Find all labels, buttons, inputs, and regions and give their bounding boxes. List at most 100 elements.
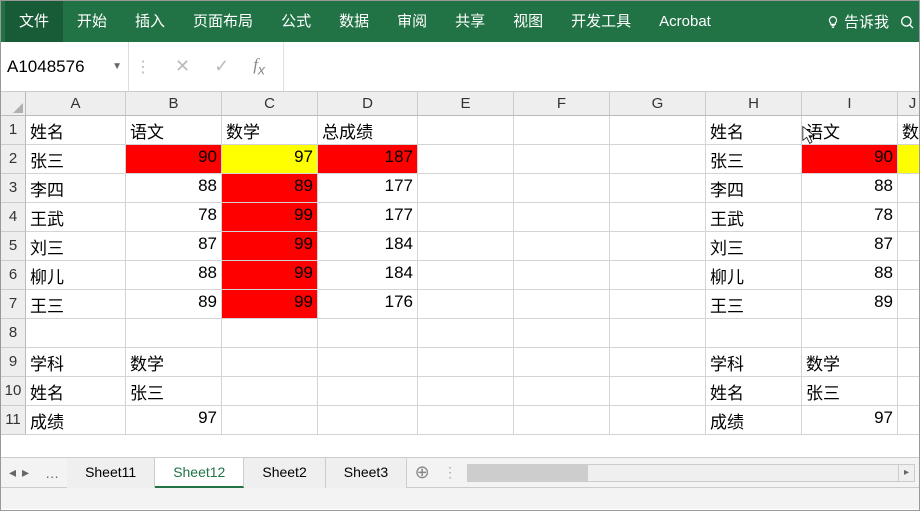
cell[interactable] <box>514 174 610 203</box>
cell[interactable]: 柳儿 <box>26 261 126 290</box>
cells-area[interactable]: 姓名语文数学总成绩姓名语文数张三9097187张三90李四8889177李四88… <box>26 116 919 435</box>
cell[interactable] <box>610 203 706 232</box>
sheet-tab[interactable]: Sheet12 <box>155 458 244 488</box>
cell[interactable] <box>222 406 318 435</box>
cell[interactable] <box>222 348 318 377</box>
cell[interactable] <box>514 377 610 406</box>
cell[interactable] <box>610 290 706 319</box>
cell[interactable]: 89 <box>802 290 898 319</box>
column-header[interactable]: C <box>222 92 318 116</box>
cell[interactable] <box>514 116 610 145</box>
column-header[interactable]: D <box>318 92 418 116</box>
cell[interactable]: 王三 <box>706 290 802 319</box>
cell[interactable]: 王武 <box>706 203 802 232</box>
ribbon-tab[interactable]: 页面布局 <box>179 1 267 42</box>
name-box-dropdown-icon[interactable]: ▼ <box>112 61 122 72</box>
cell[interactable] <box>898 348 919 377</box>
cell[interactable]: 张三 <box>802 377 898 406</box>
cell[interactable]: 张三 <box>706 145 802 174</box>
cell[interactable] <box>418 319 514 348</box>
cell[interactable] <box>898 261 919 290</box>
cell[interactable] <box>514 145 610 174</box>
formula-input[interactable] <box>283 42 919 91</box>
row-header[interactable]: 9 <box>1 348 26 377</box>
column-header[interactable]: A <box>26 92 126 116</box>
cell[interactable] <box>610 319 706 348</box>
cell[interactable]: 李四 <box>706 174 802 203</box>
cell[interactable] <box>418 261 514 290</box>
row-header[interactable]: 8 <box>1 319 26 348</box>
cell[interactable]: 数 <box>898 116 919 145</box>
sheet-tab[interactable]: Sheet3 <box>326 458 407 488</box>
cell[interactable] <box>418 145 514 174</box>
column-header[interactable]: H <box>706 92 802 116</box>
row-header[interactable]: 11 <box>1 406 26 435</box>
cell[interactable]: 数学 <box>222 116 318 145</box>
column-header[interactable]: E <box>418 92 514 116</box>
cell[interactable]: 177 <box>318 203 418 232</box>
cell[interactable] <box>898 377 919 406</box>
new-sheet-button[interactable]: ⊕ <box>407 462 437 483</box>
cell[interactable] <box>418 377 514 406</box>
nav-next-icon[interactable]: ▸ <box>22 464 29 481</box>
cell[interactable] <box>418 232 514 261</box>
sheet-tab[interactable]: Sheet2 <box>244 458 325 488</box>
cancel-icon[interactable]: ✕ <box>175 56 190 77</box>
column-header[interactable]: J <box>898 92 919 116</box>
cell[interactable]: 数学 <box>126 348 222 377</box>
ribbon-tab[interactable]: 数据 <box>325 1 383 42</box>
cell[interactable]: 学科 <box>706 348 802 377</box>
cell[interactable] <box>26 319 126 348</box>
cell[interactable]: 89 <box>126 290 222 319</box>
ribbon-tab[interactable]: 开始 <box>63 1 121 42</box>
cell[interactable]: 王武 <box>26 203 126 232</box>
cell[interactable] <box>898 406 919 435</box>
cell[interactable]: 177 <box>318 174 418 203</box>
scrollbar-thumb[interactable] <box>468 465 588 481</box>
cell[interactable]: 88 <box>802 174 898 203</box>
sheet-nav[interactable]: ◂▸ <box>1 464 37 481</box>
select-all-corner[interactable] <box>1 92 26 116</box>
cell[interactable] <box>514 290 610 319</box>
cell[interactable]: 张三 <box>26 145 126 174</box>
cell[interactable] <box>898 145 919 174</box>
cell[interactable]: 90 <box>802 145 898 174</box>
cell[interactable]: 99 <box>222 261 318 290</box>
cell[interactable] <box>514 406 610 435</box>
cell[interactable]: 数学 <box>802 348 898 377</box>
search-icon[interactable] <box>899 14 915 30</box>
cell[interactable] <box>222 377 318 406</box>
cell[interactable] <box>222 319 318 348</box>
cell[interactable]: 97 <box>802 406 898 435</box>
cell[interactable] <box>610 261 706 290</box>
row-header[interactable]: 3 <box>1 174 26 203</box>
cell[interactable] <box>610 116 706 145</box>
cell[interactable] <box>610 348 706 377</box>
ribbon-tab[interactable]: 插入 <box>121 1 179 42</box>
cell[interactable] <box>514 319 610 348</box>
horizontal-scrollbar[interactable]: ◂ ▸ <box>467 464 915 482</box>
tell-me[interactable]: 告诉我 <box>816 11 899 32</box>
column-header[interactable]: B <box>126 92 222 116</box>
cell[interactable]: 89 <box>222 174 318 203</box>
cell[interactable] <box>898 290 919 319</box>
cell[interactable] <box>898 232 919 261</box>
cell[interactable] <box>610 174 706 203</box>
cell[interactable]: 99 <box>222 203 318 232</box>
row-header[interactable]: 7 <box>1 290 26 319</box>
cell[interactable]: 张三 <box>126 377 222 406</box>
cell[interactable] <box>514 348 610 377</box>
column-header[interactable]: I <box>802 92 898 116</box>
cell[interactable] <box>418 174 514 203</box>
cell[interactable]: 姓名 <box>26 377 126 406</box>
row-header[interactable]: 2 <box>1 145 26 174</box>
cell[interactable]: 柳儿 <box>706 261 802 290</box>
ribbon-tab[interactable]: 公式 <box>267 1 325 42</box>
cell[interactable] <box>610 406 706 435</box>
cell[interactable]: 成绩 <box>706 406 802 435</box>
cell[interactable]: 语文 <box>126 116 222 145</box>
cell[interactable]: 87 <box>802 232 898 261</box>
cell[interactable] <box>898 203 919 232</box>
cell[interactable]: 总成绩 <box>318 116 418 145</box>
ribbon-tab[interactable]: 文件 <box>5 1 63 42</box>
